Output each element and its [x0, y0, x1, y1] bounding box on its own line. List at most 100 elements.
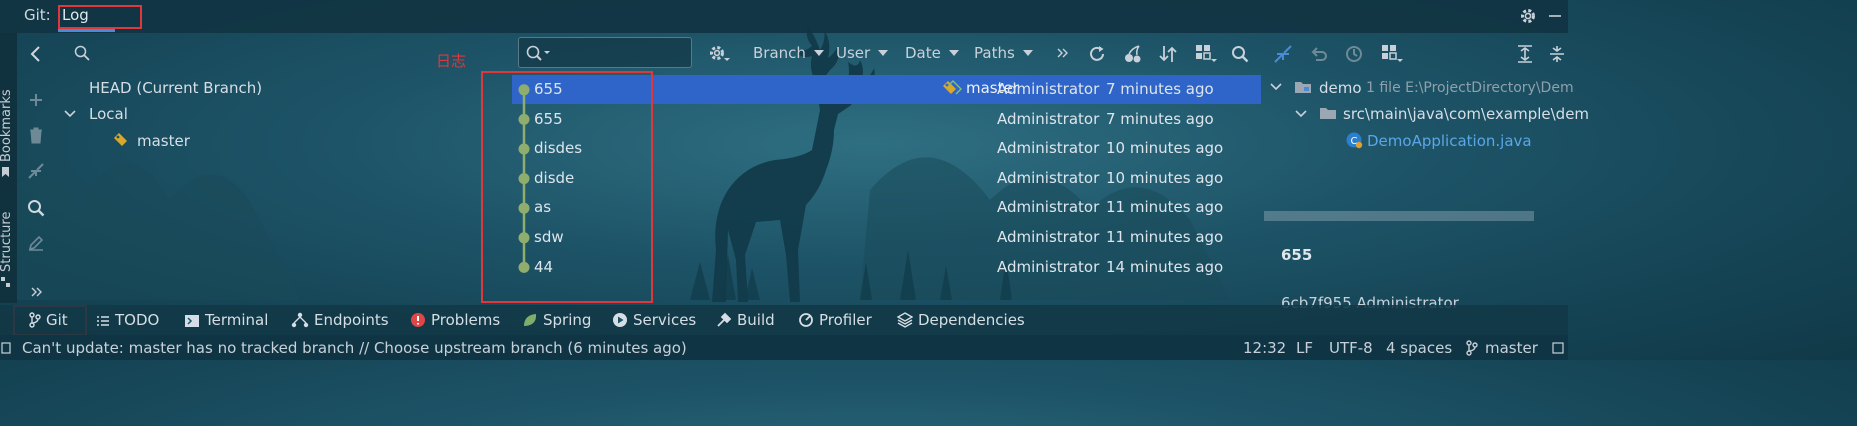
tool-window-endpoints[interactable]: Endpoints — [291, 311, 389, 329]
revert-icon[interactable] — [1308, 43, 1330, 65]
expand-all-icon[interactable] — [1514, 43, 1536, 65]
graph-node — [518, 113, 530, 125]
annotation-label: 日志 — [436, 52, 467, 70]
branches-panel — [55, 33, 512, 303]
build-icon — [716, 312, 732, 328]
find-icon[interactable] — [1229, 43, 1251, 65]
fetch-push-icon[interactable] — [1157, 43, 1179, 65]
local-branch-master[interactable]: master — [137, 132, 190, 150]
active-tab-indicator — [58, 29, 115, 32]
tool-window-build[interactable]: Build — [716, 311, 775, 329]
changed-file-link[interactable]: DemoApplication.java — [1367, 132, 1532, 150]
graph-node — [518, 232, 530, 244]
tool-window-label: Build — [737, 311, 775, 329]
layout-options-icon[interactable] — [1194, 43, 1218, 65]
module-name[interactable]: demo — [1319, 79, 1362, 97]
more-icon[interactable] — [28, 284, 46, 300]
show-diff-icon[interactable] — [1272, 43, 1294, 65]
tool-window-label: Endpoints — [314, 311, 389, 329]
filter-paths[interactable]: Paths — [974, 44, 1033, 62]
tool-window-title: Git: — [24, 6, 51, 24]
tool-window-dependencies[interactable]: Dependencies — [897, 311, 1025, 329]
refresh-icon[interactable] — [1086, 43, 1108, 65]
indent-setting[interactable]: 4 spaces — [1386, 339, 1452, 357]
tool-window-label: Spring — [543, 311, 592, 329]
settings-icon[interactable] — [1518, 6, 1538, 26]
current-branch[interactable]: master — [1485, 339, 1538, 357]
profiler-icon — [798, 312, 814, 328]
search-icon[interactable] — [26, 198, 46, 218]
java-class-icon: C — [1344, 130, 1364, 150]
dependencies-icon — [897, 312, 913, 328]
graph-node — [518, 261, 530, 273]
module-meta: 1 file E:\ProjectDirectory\Dem — [1366, 80, 1574, 96]
tool-window-services[interactable]: Services — [612, 311, 696, 329]
head-branch-item[interactable]: HEAD (Current Branch) — [89, 79, 262, 97]
tool-window-profiler[interactable]: Profiler — [798, 311, 872, 329]
tool-window-label: TODO — [115, 311, 160, 329]
filter-user[interactable]: User — [836, 44, 889, 62]
delete-icon[interactable] — [26, 125, 46, 145]
todo-icon — [96, 314, 110, 328]
add-icon[interactable] — [26, 90, 46, 110]
group-by-icon[interactable] — [1380, 43, 1404, 65]
cursor-position[interactable]: 12:32 — [1243, 339, 1286, 357]
details-scrollbar[interactable] — [1264, 211, 1534, 221]
branch-search-icon[interactable] — [72, 43, 92, 63]
cherry-pick-icon[interactable] — [1122, 43, 1144, 65]
notifications-icon[interactable] — [1550, 340, 1566, 356]
branch-tag-icon — [112, 131, 132, 149]
chevron-down-icon[interactable] — [1293, 107, 1309, 121]
status-message[interactable]: Can't update: master has no tracked bran… — [22, 339, 687, 357]
spring-icon — [522, 312, 538, 328]
graph-node — [518, 84, 530, 96]
commit-subject: 655 — [1281, 246, 1313, 264]
commit-graph — [518, 84, 530, 273]
bookmarks-tab[interactable]: Bookmarks — [0, 89, 14, 162]
highlight-box-log-tab — [58, 5, 142, 29]
changed-folder-path[interactable]: src\main\java\com\example\dem — [1343, 105, 1589, 123]
highlight-box-commit-graph — [481, 71, 653, 303]
tool-window-label: Problems — [431, 311, 501, 329]
endpoints-icon — [291, 312, 309, 328]
history-icon[interactable] — [1343, 43, 1365, 65]
graph-node — [518, 173, 530, 185]
tool-window-git[interactable]: Git — [29, 311, 68, 329]
filter-date[interactable]: Date — [905, 44, 959, 62]
collapse-all-icon[interactable] — [1546, 43, 1568, 65]
tool-window-problems[interactable]: Problems — [410, 311, 500, 329]
edit-icon[interactable] — [26, 233, 46, 253]
tool-window-label: Services — [633, 311, 697, 329]
structure-tab[interactable]: Structure — [0, 212, 14, 272]
minimize-icon[interactable] — [1546, 6, 1564, 26]
tool-window-label: Profiler — [819, 311, 872, 329]
tool-window-label: Git — [46, 311, 68, 329]
git-icon — [29, 312, 41, 328]
bookmark-icon — [0, 166, 10, 178]
tool-window-label: Terminal — [205, 311, 269, 329]
more-actions-icon[interactable] — [1055, 46, 1071, 60]
collapse-panel-icon[interactable] — [26, 44, 46, 64]
tool-window-label: Dependencies — [918, 311, 1025, 329]
tool-window-spring[interactable]: Spring — [522, 311, 591, 329]
file-encoding[interactable]: UTF-8 — [1329, 339, 1373, 357]
status-toggle-icon[interactable] — [0, 341, 12, 355]
graph-node — [518, 202, 530, 214]
vcs-branch-icon — [1464, 339, 1480, 357]
settings-gear-icon[interactable] — [708, 43, 730, 65]
terminal-icon — [184, 314, 200, 328]
chevron-down-icon[interactable] — [1268, 80, 1284, 94]
filter-branch[interactable]: Branch — [753, 44, 824, 62]
local-branches-group[interactable]: Local — [89, 105, 128, 123]
structure-icon — [0, 276, 10, 288]
graph-node — [518, 143, 530, 155]
tool-window-terminal[interactable]: Terminal — [184, 311, 268, 329]
folder-icon — [1318, 105, 1338, 121]
compare-icon[interactable] — [26, 161, 46, 181]
services-icon — [612, 312, 628, 328]
tool-window-todo[interactable]: TODO — [96, 311, 159, 329]
line-separator[interactable]: LF — [1296, 339, 1313, 357]
search-history-icon[interactable] — [525, 44, 551, 62]
problems-icon — [410, 312, 426, 328]
chevron-down-icon[interactable] — [62, 106, 78, 122]
